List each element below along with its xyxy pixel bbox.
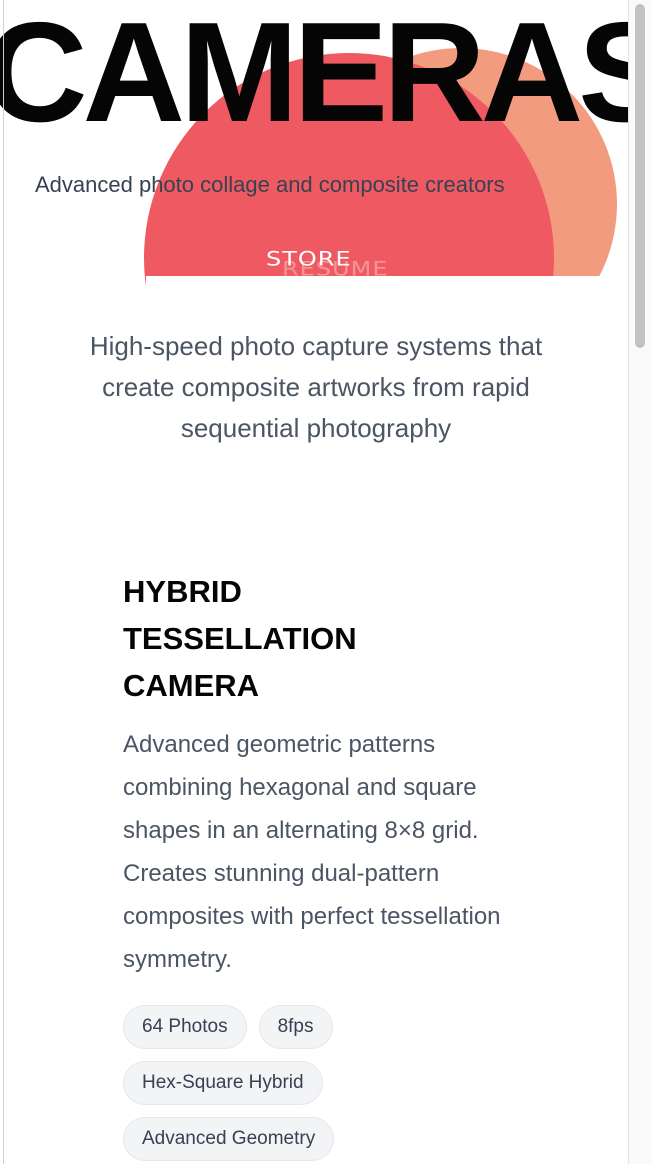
tag-pattern-type: Hex-Square Hybrid bbox=[123, 1061, 323, 1105]
decorative-circle-edge bbox=[604, 276, 617, 356]
store-link[interactable]: STORE bbox=[266, 248, 352, 270]
intro-text: High-speed photo capture systems that cr… bbox=[89, 331, 543, 443]
product-tags: 64 Photos 8fps Hex-Square Hybrid Advance… bbox=[123, 1005, 453, 1161]
vertical-scrollbar[interactable] bbox=[628, 0, 652, 1164]
product-description: Advanced geometric patterns combining he… bbox=[123, 731, 501, 973]
tag-frame-rate: 8fps bbox=[258, 1005, 333, 1049]
tag-photo-count: 64 Photos bbox=[123, 1005, 247, 1049]
product-title: HYBRID TESSELLATION CAMERA bbox=[123, 574, 357, 703]
hero-subtitle: Advanced photo collage and composite cre… bbox=[35, 172, 505, 197]
hero-title: CAMERAS bbox=[0, 0, 628, 152]
scrollbar-thumb[interactable] bbox=[635, 4, 645, 348]
product-card: HYBRID TESSELLATION CAMERA Advanced geom… bbox=[123, 568, 543, 1161]
window-border bbox=[3, 0, 4, 1164]
page: CAMERAS Advanced photo collage and compo… bbox=[0, 0, 652, 1164]
tag-category: Advanced Geometry bbox=[123, 1117, 335, 1161]
hero-section: CAMERAS Advanced photo collage and compo… bbox=[0, 0, 628, 300]
